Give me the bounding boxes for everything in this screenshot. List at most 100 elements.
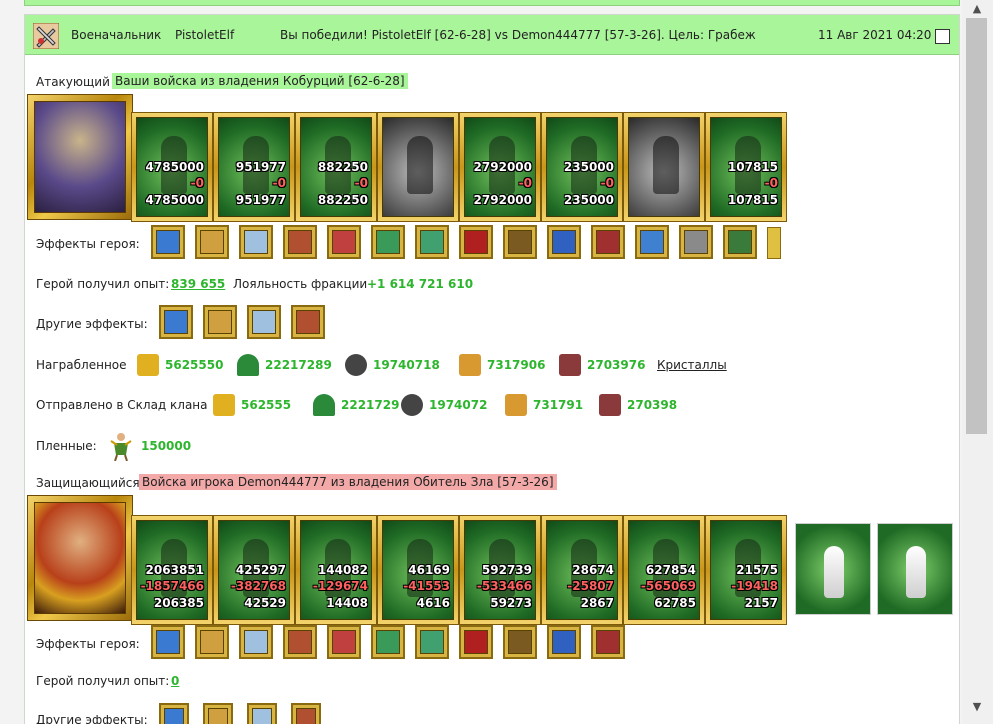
- ice-armor-icon[interactable]: [635, 225, 669, 259]
- handshake-icon[interactable]: [195, 225, 229, 259]
- unit-count-top: 592739: [481, 563, 532, 577]
- unit-count-top: 21575: [736, 563, 778, 577]
- staff-icon[interactable]: [547, 625, 581, 659]
- defender-unit-card[interactable]: 627854 -565069 62785: [623, 515, 705, 625]
- defender-tower-1[interactable]: [795, 523, 871, 615]
- defender-unit-card[interactable]: 592739 -533466 59273: [459, 515, 541, 625]
- ore-icon: [345, 354, 367, 376]
- xp-icon[interactable]: [459, 225, 493, 259]
- unit-count-loss: -382768: [230, 579, 286, 593]
- resource-value: 731791: [533, 398, 584, 412]
- potion-icon[interactable]: [291, 703, 321, 724]
- gold-icon: [213, 394, 235, 416]
- demon-icon[interactable]: [371, 625, 405, 659]
- tower-icon[interactable]: [283, 225, 317, 259]
- unit-count-loss: -0: [764, 176, 778, 190]
- defender-exp-value[interactable]: 0: [171, 674, 179, 688]
- boots-icon[interactable]: [723, 225, 757, 259]
- stone-icon: [599, 394, 621, 416]
- unit-count-bottom: 4616: [416, 596, 450, 610]
- amulet-icon[interactable]: [503, 625, 537, 659]
- scroll-up-arrow-icon[interactable]: ▲: [969, 2, 985, 16]
- defender-hero-portrait[interactable]: [27, 495, 133, 621]
- defender-effects-label: Эффекты героя:: [36, 637, 140, 651]
- book-icon[interactable]: [151, 625, 185, 659]
- defender-unit-card[interactable]: 144082 -129674 14408: [295, 515, 377, 625]
- sword-icon[interactable]: [151, 225, 185, 259]
- map-icon[interactable]: [283, 625, 317, 659]
- attacker-unit-card[interactable]: 951977 -0 951977: [213, 112, 295, 222]
- resource-value: 1974072: [429, 398, 488, 412]
- defender-label: Защищающийся: [36, 476, 140, 490]
- select-checkbox[interactable]: [935, 29, 950, 44]
- armor-icon[interactable]: [591, 625, 625, 659]
- defender-tower-2[interactable]: [877, 523, 953, 615]
- shield-icon[interactable]: [371, 225, 405, 259]
- unit-image: 144082 -129674 14408: [300, 520, 372, 620]
- unit-count-top: 951977: [235, 160, 286, 174]
- unit-image: 107815 -0 107815: [710, 117, 782, 217]
- attacker-unit-card[interactable]: 2792000 -0 2792000: [459, 112, 541, 222]
- attacker-exp-label: Герой получил опыт:: [36, 277, 170, 291]
- scroll-thumb[interactable]: [966, 18, 987, 434]
- attacker-hero-portrait[interactable]: [27, 94, 133, 220]
- xp-badge-icon[interactable]: [159, 305, 193, 339]
- sword-icon[interactable]: [291, 305, 325, 339]
- fist-sword-icon[interactable]: [203, 305, 237, 339]
- attacker-unit-card[interactable]: [377, 112, 459, 222]
- gold-bag-icon[interactable]: [247, 305, 281, 339]
- attacker-banner: Ваши войска из владения Кобурций [62-6-2…: [112, 73, 408, 89]
- wood-icon: [237, 354, 259, 376]
- defender-unit-card[interactable]: 2063851 -1857466 206385: [131, 515, 213, 625]
- scroll-down-arrow-icon[interactable]: ▼: [969, 700, 985, 714]
- battle-report-panel: Военачальник PistoletElf Вы победили! Pi…: [24, 14, 960, 724]
- defender-unit-card[interactable]: 425297 -382768 42529: [213, 515, 295, 625]
- attacker-exp-value[interactable]: 839 655: [171, 277, 225, 291]
- fist-sword-icon[interactable]: [203, 703, 233, 724]
- unit-count-top: 28674: [572, 563, 614, 577]
- question-icon[interactable]: [547, 225, 581, 259]
- attacker-unit-card[interactable]: 882250 -0 882250: [295, 112, 377, 222]
- unit-count-top: 882250: [317, 160, 368, 174]
- defender-unit-card[interactable]: 28674 -25807 2867: [541, 515, 623, 625]
- shield-hand-icon[interactable]: [415, 225, 449, 259]
- unit-image: 4785000 -0 4785000: [136, 117, 208, 217]
- unit-count-top: 4785000: [145, 160, 204, 174]
- shield-icon[interactable]: [239, 625, 273, 659]
- fist-icon[interactable]: [239, 225, 273, 259]
- unit-count-loss: -1857466: [140, 579, 204, 593]
- band-icon[interactable]: [679, 225, 713, 259]
- dice-icon[interactable]: [327, 225, 361, 259]
- header-player[interactable]: PistoletElf: [175, 28, 234, 42]
- unit-count-loss: -0: [354, 176, 368, 190]
- attacker-other-label: Другие эффекты:: [36, 317, 148, 331]
- gears-icon[interactable]: [195, 625, 229, 659]
- arrow-right-icon[interactable]: [767, 227, 781, 259]
- defender-unit-card[interactable]: 21575 -19418 2157: [705, 515, 787, 625]
- crystals-link[interactable]: Кристаллы: [657, 358, 727, 372]
- unit-count-top: 46169: [408, 563, 450, 577]
- unit-count-loss: -25807: [567, 579, 614, 593]
- attacker-unit-card[interactable]: 4785000 -0 4785000: [131, 112, 213, 222]
- unit-count-bottom: 4785000: [145, 193, 204, 207]
- resource-value: 7317906: [487, 358, 546, 372]
- unit-count-bottom: 235000: [563, 193, 614, 207]
- ring-icon[interactable]: [415, 625, 449, 659]
- defender-unit-card[interactable]: 46169 -41553 4616: [377, 515, 459, 625]
- defender-other-label: Другие эффекты:: [36, 713, 148, 724]
- header-date: 11 Авг 2021 04:20: [818, 28, 932, 42]
- vertical-scrollbar[interactable]: ▲ ▼: [962, 0, 993, 724]
- skull-icon[interactable]: [591, 225, 625, 259]
- claw-icon[interactable]: [459, 625, 493, 659]
- gold-icon: [137, 354, 159, 376]
- attacker-unit-card[interactable]: 235000 -0 235000: [541, 112, 623, 222]
- sword-icon[interactable]: [247, 703, 277, 724]
- unit-count-top: 107815: [727, 160, 778, 174]
- helmet-icon[interactable]: [327, 625, 361, 659]
- star-xp-icon[interactable]: [503, 225, 537, 259]
- attacker-unit-card[interactable]: [623, 112, 705, 222]
- xp-badge-icon[interactable]: [159, 703, 189, 724]
- unit-image: 28674 -25807 2867: [546, 520, 618, 620]
- resource-value: 19740718: [373, 358, 440, 372]
- attacker-unit-card[interactable]: 107815 -0 107815: [705, 112, 787, 222]
